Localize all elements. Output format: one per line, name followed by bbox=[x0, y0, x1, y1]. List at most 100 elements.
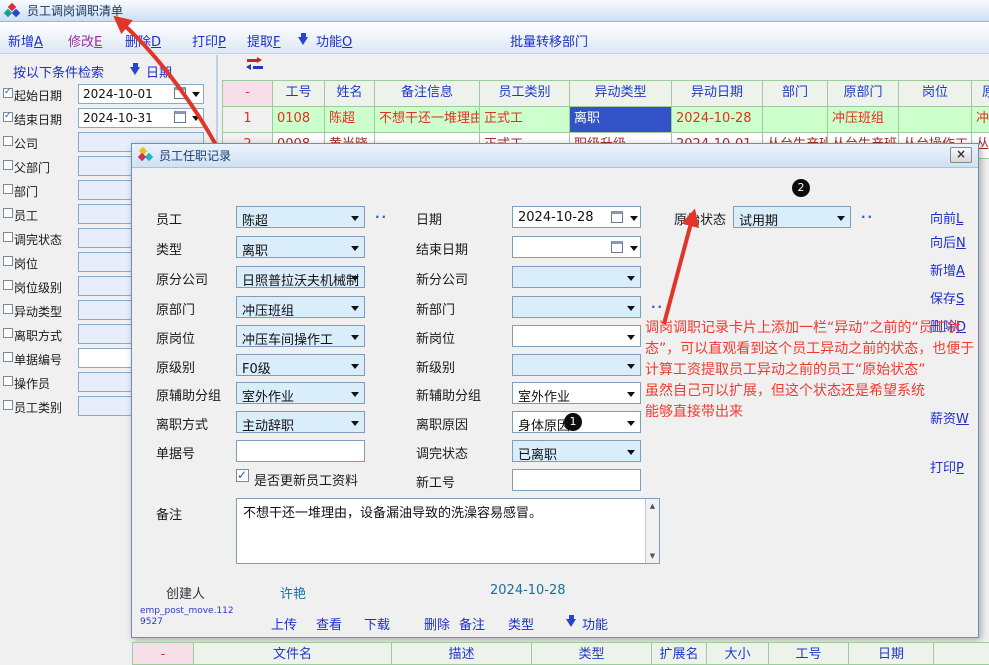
dialog-doc-number-field[interactable] bbox=[236, 440, 365, 462]
grid-header-emp-id[interactable]: 工号 bbox=[273, 81, 325, 107]
dialog-new-company-field[interactable] bbox=[512, 266, 641, 288]
batch-transfer-button[interactable]: 批量转移部门 bbox=[510, 31, 588, 50]
toolbar-delete-button[interactable]: 删除D bbox=[125, 31, 161, 50]
attach-header-extra[interactable] bbox=[934, 643, 989, 665]
swap-refresh-icon[interactable] bbox=[247, 58, 263, 71]
dialog-delete-button[interactable]: 删除D bbox=[930, 316, 966, 335]
grid-cell-emp-category[interactable]: 正式工 bbox=[480, 107, 570, 133]
textarea-scrollbar[interactable]: ▲▼ bbox=[645, 499, 659, 563]
filter-parent-department-checkbox[interactable] bbox=[3, 160, 13, 170]
toolbar-extract-button[interactable]: 提取F bbox=[247, 31, 281, 50]
grid-cell-remark[interactable]: 不想干还一堆理由， bbox=[375, 107, 480, 133]
attach-header-type[interactable]: 类型 bbox=[532, 643, 652, 665]
dialog-new-department-field[interactable] bbox=[512, 296, 641, 318]
grid-cell-orig-position[interactable]: 冲压车间操作工 bbox=[972, 107, 989, 133]
grid-cell-name[interactable]: 陈超 bbox=[325, 107, 375, 133]
filter-employee-category-checkbox[interactable] bbox=[3, 400, 13, 410]
attach-header-description[interactable]: 描述 bbox=[392, 643, 532, 665]
dialog-transfer-done-status-field[interactable]: 已离职 bbox=[512, 440, 641, 462]
dialog-new-subgroup-field[interactable]: 室外作业 bbox=[512, 382, 641, 404]
dialog-add-button[interactable]: 新增A bbox=[930, 260, 965, 279]
grid-cell-orig-department[interactable]: 冲压班组 bbox=[828, 107, 899, 133]
dialog-orig-department-field[interactable]: 冲压班组 bbox=[236, 296, 365, 318]
dialog-date-field[interactable]: 2024-10-28 bbox=[512, 206, 641, 228]
filter-department-checkbox[interactable] bbox=[3, 184, 13, 194]
filter-position-level-checkbox[interactable] bbox=[3, 280, 13, 290]
grid-header-orig-position[interactable]: 原岗位 bbox=[972, 81, 989, 107]
filter-company-checkbox[interactable] bbox=[3, 136, 13, 146]
grid-header-remark[interactable]: 备注信息 bbox=[375, 81, 480, 107]
dialog-orig-status-lookup-dots[interactable]: ·· bbox=[861, 210, 874, 224]
grid-header-change-type[interactable]: 异动类型 bbox=[570, 81, 672, 107]
dialog-new-position-field[interactable] bbox=[512, 325, 641, 347]
grid-cell-change-date[interactable]: 2024-10-28 bbox=[672, 107, 763, 133]
dialog-type-field[interactable]: 离职 bbox=[236, 236, 365, 258]
attach-header-size[interactable]: 大小 bbox=[707, 643, 769, 665]
grid-cell-emp-id[interactable]: 0108 bbox=[273, 107, 325, 133]
grid-header-orig-department[interactable]: 原部门 bbox=[828, 81, 899, 107]
dialog-salary-button[interactable]: 薪资W bbox=[930, 408, 969, 427]
attach-download-button[interactable]: 下载 bbox=[364, 614, 390, 633]
grid-cell-change-type[interactable]: 离职 bbox=[570, 107, 672, 133]
attach-type-button[interactable]: 类型 bbox=[508, 614, 534, 633]
dialog-resign-method-field[interactable]: 主动辞职 bbox=[236, 411, 365, 433]
dialog-orig-level-field[interactable]: F0级 bbox=[236, 354, 365, 376]
update-employee-checkbox[interactable] bbox=[236, 469, 249, 482]
dialog-close-button[interactable]: × bbox=[950, 147, 972, 163]
grid-header-change-date[interactable]: 异动日期 bbox=[672, 81, 763, 107]
dialog-print-button[interactable]: 打印P bbox=[930, 457, 964, 476]
attach-remark-button[interactable]: 备注 bbox=[459, 614, 485, 633]
toolbar-print-button[interactable]: 打印P bbox=[192, 31, 226, 50]
grid-header-row-indicator[interactable]: - bbox=[223, 81, 273, 107]
grid-row-1[interactable]: 10108陈超不想干还一堆理由，正式工离职2024-10-28冲压班组冲压车间操… bbox=[223, 107, 989, 133]
grid-header-department[interactable]: 部门 bbox=[763, 81, 828, 107]
filter-doc-number-checkbox[interactable] bbox=[3, 352, 13, 362]
toolbar-functions-button[interactable]: 功能O bbox=[316, 31, 352, 50]
filter-operator-label: 操作员 bbox=[14, 375, 50, 392]
toolbar-add-button[interactable]: 新增A bbox=[8, 31, 43, 50]
attach-upload-button[interactable]: 上传 bbox=[271, 614, 297, 633]
toolbar-modify-button[interactable]: 修改E bbox=[68, 31, 102, 50]
dialog-resign-reason-field[interactable]: 身体原因 bbox=[512, 411, 641, 433]
dialog-employee-lookup-dots[interactable]: ·· bbox=[375, 210, 388, 224]
grid-header-position[interactable]: 岗位 bbox=[899, 81, 972, 107]
attach-delete-button[interactable]: 删除 bbox=[424, 614, 450, 633]
filter-change-type-checkbox[interactable] bbox=[3, 304, 13, 314]
sort-by-date-button[interactable]: 日期 bbox=[146, 62, 172, 81]
dialog-remark-textarea[interactable]: 不想干还一堆理由，设备漏油导致的洗澡容易感冒。 ▲▼ bbox=[236, 498, 660, 564]
filter-operator-checkbox[interactable] bbox=[3, 376, 13, 386]
grid-cell-department[interactable] bbox=[763, 107, 828, 133]
filter-end-date-input[interactable]: 2024-10-31 bbox=[78, 108, 204, 128]
filter-start-date-checkbox[interactable] bbox=[3, 88, 13, 98]
dialog-resign-reason-value: 身体原因 bbox=[513, 412, 640, 434]
attach-header-indicator[interactable]: - bbox=[133, 643, 194, 665]
filter-transfer-status-checkbox[interactable] bbox=[3, 232, 13, 242]
dialog-orig-subgroup-field[interactable]: 室外作业 bbox=[236, 382, 365, 404]
dialog-end-date-field[interactable] bbox=[512, 236, 641, 258]
dialog-forward-button[interactable]: 向前L bbox=[930, 208, 963, 227]
attach-header-filename[interactable]: 文件名 bbox=[194, 643, 392, 665]
dialog-orig-company-field[interactable]: 日照普拉沃夫机械制 bbox=[236, 266, 365, 288]
dialog-backward-button[interactable]: 向后N bbox=[930, 232, 966, 251]
attachment-ref[interactable]: emp_post_move.1129527 bbox=[140, 606, 234, 628]
grid-header-name[interactable]: 姓名 bbox=[325, 81, 375, 107]
dialog-orig-position-field[interactable]: 冲压车间操作工 bbox=[236, 325, 365, 347]
grid-header-emp-category[interactable]: 员工类别 bbox=[480, 81, 570, 107]
attach-functions-button[interactable]: 功能 bbox=[582, 614, 608, 633]
filter-employee-checkbox[interactable] bbox=[3, 208, 13, 218]
filter-resign-method-checkbox[interactable] bbox=[3, 328, 13, 338]
attach-view-button[interactable]: 查看 bbox=[316, 614, 342, 633]
filter-position-checkbox[interactable] bbox=[3, 256, 13, 266]
dialog-orig-status-field[interactable]: 试用期 bbox=[733, 206, 851, 228]
attach-header-extension[interactable]: 扩展名 bbox=[652, 643, 707, 665]
grid-cell-position[interactable] bbox=[899, 107, 972, 133]
dialog-new-level-field[interactable] bbox=[512, 354, 641, 376]
attach-header-date[interactable]: 日期 bbox=[849, 643, 934, 665]
dialog-save-button[interactable]: 保存S bbox=[930, 288, 964, 307]
dialog-new-emp-id-field[interactable] bbox=[512, 469, 641, 491]
dialog-employee-field[interactable]: 陈超 bbox=[236, 206, 365, 228]
filter-end-date-checkbox[interactable] bbox=[3, 112, 13, 122]
filter-start-date-input[interactable]: 2024-10-01 bbox=[78, 84, 204, 104]
attach-header-emp-id[interactable]: 工号 bbox=[769, 643, 849, 665]
dialog-new-department-lookup-dots[interactable]: ·· bbox=[651, 300, 664, 314]
